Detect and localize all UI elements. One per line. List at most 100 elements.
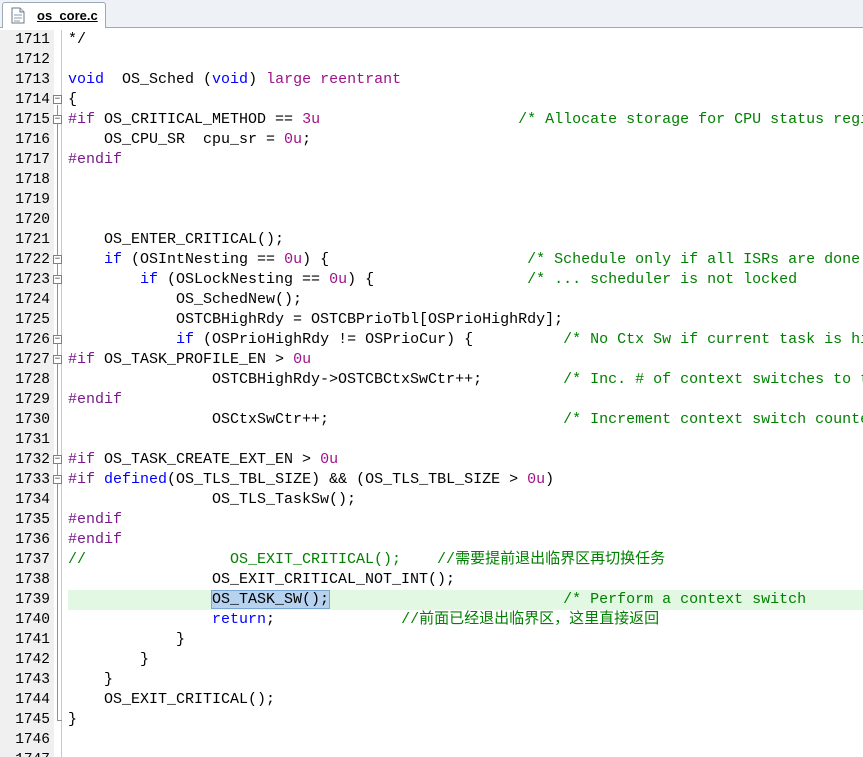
line-number: 1720 [15,212,50,228]
code-text[interactable]: #if defined(OS_TLS_TBL_SIZE) && (OS_TLS_… [68,470,554,490]
code-line[interactable]: 1726− if (OSPrioHighRdy != OSPrioCur) { … [0,330,863,350]
code-text[interactable]: OS_TLS_TaskSw(); [68,490,356,510]
code-line[interactable]: 1723− if (OSLockNesting == 0u) { /* ... … [0,270,863,290]
line-number: 1740 [15,612,50,628]
line-number: 1733 [15,472,50,488]
code-line[interactable]: 1740 return; //前面已经退出临界区，这里直接返回 [0,610,863,630]
code-text[interactable]: OS_SchedNew(); [68,290,302,310]
code-text[interactable]: OSTCBHighRdy->OSTCBCtxSwCtr++; /* Inc. #… [68,370,863,390]
code-line[interactable]: 1743 } [0,670,863,690]
line-number: 1718 [15,172,50,188]
code-line[interactable]: 1711 */ [0,30,863,50]
line-number: 1725 [15,312,50,328]
code-line[interactable]: 1718 [0,170,863,190]
code-line[interactable]: 1736 #endif [0,530,863,550]
code-text[interactable]: } [68,670,113,690]
code-text[interactable]: #if OS_TASK_PROFILE_EN > 0u [68,350,311,370]
code-line[interactable]: 1728 OSTCBHighRdy->OSTCBCtxSwCtr++; /* I… [0,370,863,390]
code-line[interactable]: 1731 [0,430,863,450]
fold-toggle-icon[interactable]: − [53,335,62,344]
code-line[interactable]: 1737 // OS_EXIT_CRITICAL(); //需要提前退出临界区再切… [0,550,863,570]
code-text[interactable]: OS_EXIT_CRITICAL(); [68,690,275,710]
code-line[interactable]: 1741 } [0,630,863,650]
line-number: 1728 [15,372,50,388]
code-line[interactable]: 1732− #if OS_TASK_CREATE_EXT_EN > 0u [0,450,863,470]
line-number: 1735 [15,512,50,528]
line-number: 1732 [15,452,50,468]
code-line[interactable]: 1719 [0,190,863,210]
code-line[interactable]: 1734 OS_TLS_TaskSw(); [0,490,863,510]
line-number: 1714 [15,92,50,108]
line-number: 1745 [15,712,50,728]
code-line[interactable]: 1742 } [0,650,863,670]
code-line[interactable]: 1747 [0,750,863,757]
code-text[interactable]: if (OSIntNesting == 0u) { /* Schedule on… [68,250,863,270]
fold-toggle-icon[interactable]: − [53,355,62,364]
code-text[interactable]: // OS_EXIT_CRITICAL(); //需要提前退出临界区再切换任务 [68,550,665,570]
line-number: 1737 [15,552,50,568]
fold-toggle-icon[interactable]: − [53,95,62,104]
line-number: 1722 [15,252,50,268]
code-text[interactable]: OS_EXIT_CRITICAL_NOT_INT(); [68,570,455,590]
fold-toggle-icon[interactable]: − [53,475,62,484]
code-text[interactable]: #endif [68,510,122,530]
code-line[interactable]: 1727− #if OS_TASK_PROFILE_EN > 0u [0,350,863,370]
line-number: 1713 [15,72,50,88]
code-line[interactable]: 1715− #if OS_CRITICAL_METHOD == 3u /* All… [0,110,863,130]
line-number: 1721 [15,232,50,248]
line-number: 1719 [15,192,50,208]
line-number: 1734 [15,492,50,508]
code-text[interactable]: return; //前面已经退出临界区，这里直接返回 [68,610,659,630]
code-editor[interactable]: 1711 */ 1712 1713 void OS_Sched (void) large… [0,30,863,757]
code-line[interactable]: 1712 [0,50,863,70]
code-line[interactable]: 1713 void OS_Sched (void) large reentrant [0,70,863,90]
line-number: 1726 [15,332,50,348]
code-line[interactable]: 1724 OS_SchedNew(); [0,290,863,310]
code-line[interactable]: 1746 [0,730,863,750]
code-text[interactable]: } [68,650,149,670]
code-text[interactable]: #endif [68,530,122,550]
line-number: 1711 [15,32,50,48]
code-text[interactable]: { [68,90,77,110]
line-number: 1723 [15,272,50,288]
fold-toggle-icon[interactable]: − [53,455,62,464]
code-text[interactable]: OSCtxSwCtr++; /* Increment context switc… [68,410,863,430]
code-line[interactable]: 1721 OS_ENTER_CRITICAL(); [0,230,863,250]
code-line[interactable]: 1722− if (OSIntNesting == 0u) { /* Sched… [0,250,863,270]
text-selection: OS_TASK_SW(); [211,590,331,609]
code-text[interactable]: OS_TASK_SW(); /* Perform a context switc… [68,590,806,610]
code-line[interactable]: 1735 #endif [0,510,863,530]
code-text[interactable]: #endif [68,390,122,410]
code-line[interactable]: 1720 [0,210,863,230]
line-number: 1744 [15,692,50,708]
code-text[interactable]: } [68,630,185,650]
code-text[interactable]: if (OSLockNesting == 0u) { /* ... schedu… [68,270,797,290]
code-text[interactable]: OSTCBHighRdy = OSTCBPrioTbl[OSPrioHighRd… [68,310,563,330]
code-line[interactable]: 1739 OS_TASK_SW(); /* Perform a context … [0,590,863,610]
code-line[interactable]: 1744 OS_EXIT_CRITICAL(); [0,690,863,710]
code-text[interactable]: */ [68,30,86,50]
code-text[interactable]: #endif [68,150,122,170]
fold-toggle-icon[interactable]: − [53,275,62,284]
code-line[interactable]: 1729 #endif [0,390,863,410]
tab-os-core[interactable]: os_core.c [2,2,106,28]
line-number: 1738 [15,572,50,588]
code-line[interactable]: 1717 #endif [0,150,863,170]
code-text[interactable]: #if OS_CRITICAL_METHOD == 3u /* Allocate… [68,110,863,130]
code-line[interactable]: 1716 OS_CPU_SR cpu_sr = 0u; [0,130,863,150]
code-text[interactable]: OS_CPU_SR cpu_sr = 0u; [68,130,311,150]
line-number: 1747 [0,750,50,757]
code-line[interactable]: 1730 OSCtxSwCtr++; /* Increment context … [0,410,863,430]
fold-toggle-icon[interactable]: − [53,255,62,264]
code-line[interactable]: 1738 OS_EXIT_CRITICAL_NOT_INT(); [0,570,863,590]
fold-toggle-icon[interactable]: − [53,115,62,124]
code-line[interactable]: 1733− #if defined(OS_TLS_TBL_SIZE) && (OS… [0,470,863,490]
code-line[interactable]: 1725 OSTCBHighRdy = OSTCBPrioTbl[OSPrioH… [0,310,863,330]
code-text[interactable]: } [68,710,77,730]
code-line[interactable]: 1745} [0,710,863,730]
code-text[interactable]: if (OSPrioHighRdy != OSPrioCur) { /* No … [68,330,863,350]
code-text[interactable]: #if OS_TASK_CREATE_EXT_EN > 0u [68,450,338,470]
code-text[interactable]: void OS_Sched (void) large reentrant [68,70,401,90]
code-text[interactable]: OS_ENTER_CRITICAL(); [68,230,284,250]
code-line[interactable]: 1714−{ [0,90,863,110]
